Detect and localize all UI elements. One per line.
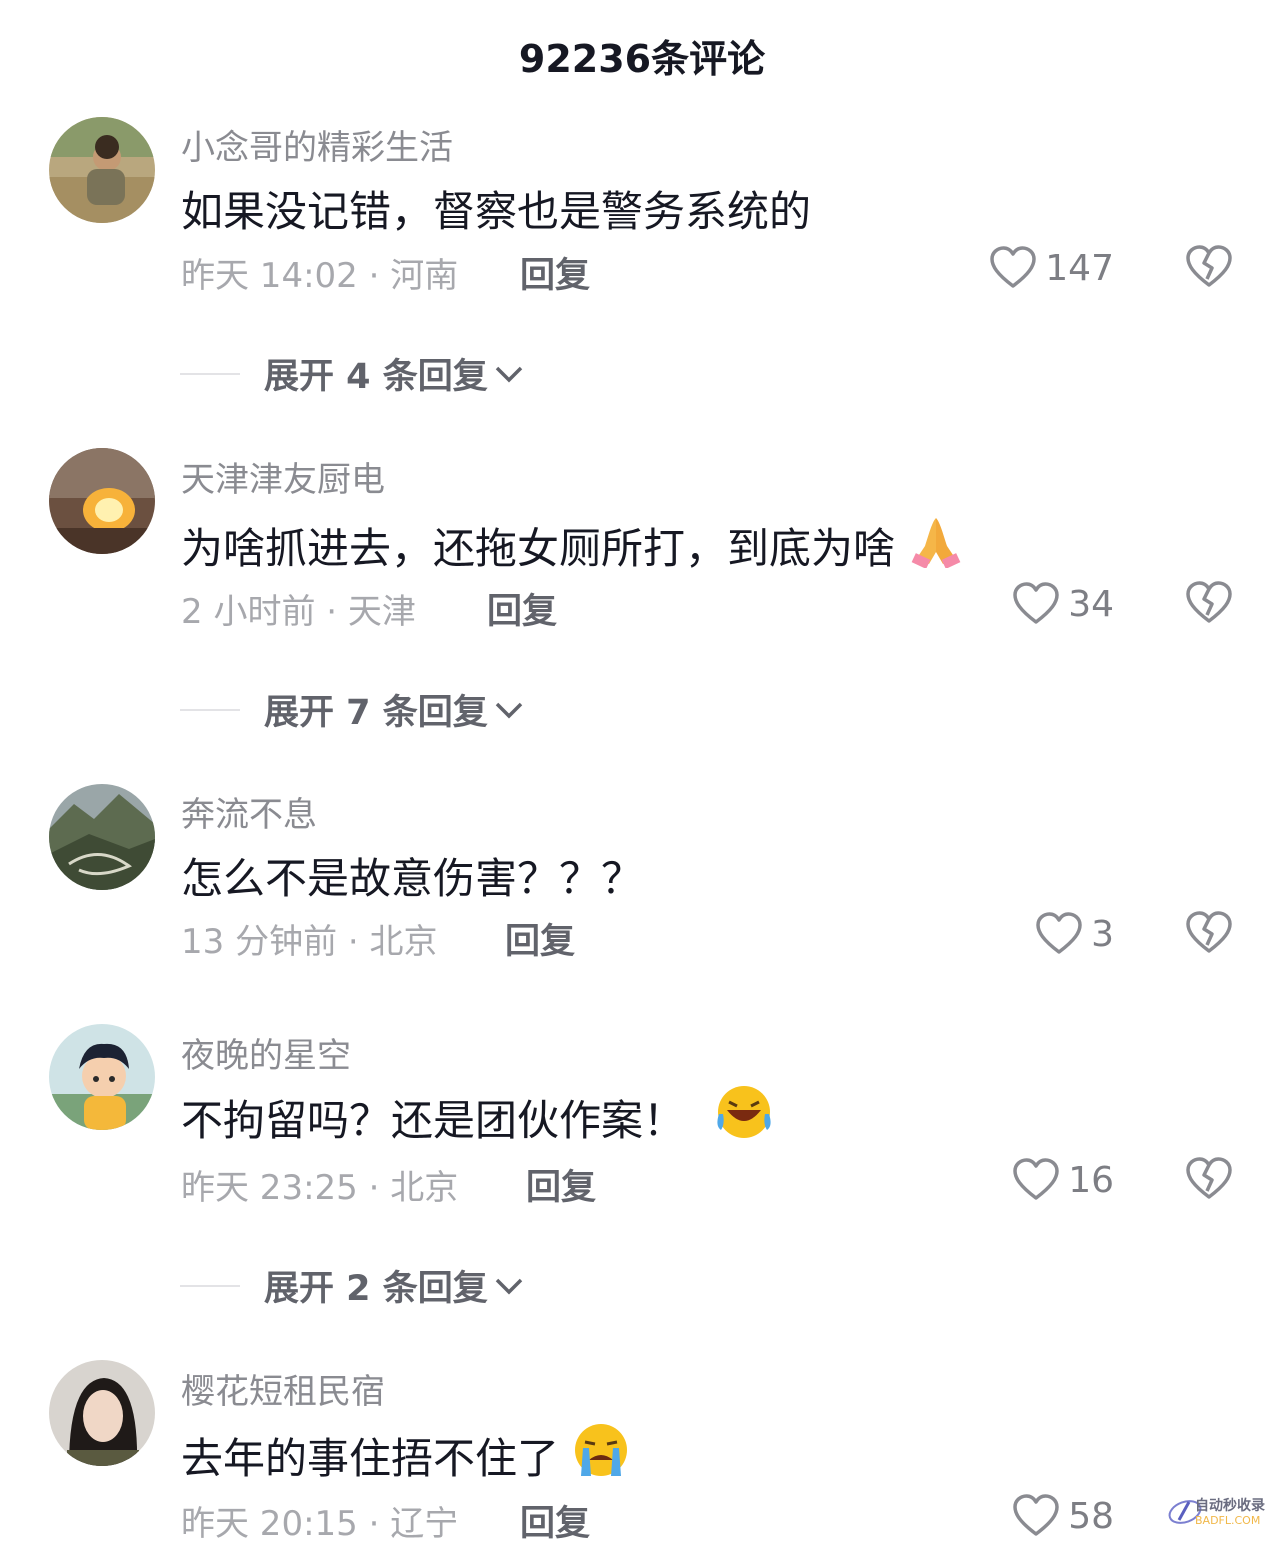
reply-button[interactable]: 回复 xyxy=(487,583,557,634)
heart-icon xyxy=(1013,1494,1059,1536)
reply-button[interactable]: 回复 xyxy=(520,1495,590,1546)
avatar[interactable] xyxy=(49,1360,155,1466)
heart-icon xyxy=(1013,1158,1059,1200)
expand-replies-label: 展开 7 条回复 xyxy=(264,693,488,733)
heart-icon xyxy=(1036,912,1082,954)
dislike-button[interactable] xyxy=(1185,1157,1233,1205)
expand-replies-button[interactable]: 展开 2 条回复 xyxy=(180,1260,524,1311)
heart-icon xyxy=(1013,582,1059,624)
dislike-button[interactable] xyxy=(1185,245,1233,293)
like-count: 16 xyxy=(1068,1159,1114,1201)
dislike-button[interactable] xyxy=(1185,911,1233,959)
comment-username[interactable]: 小念哥的精彩生活 xyxy=(181,120,453,169)
broken-heart-icon xyxy=(1186,1157,1232,1199)
expand-replies-label: 展开 2 条回复 xyxy=(264,1269,488,1309)
reply-button[interactable]: 回复 xyxy=(505,913,575,964)
broken-heart-icon xyxy=(1186,245,1232,287)
comment-time-location: 昨天 23:25 · 北京 xyxy=(181,1168,459,1208)
chevron-down-icon xyxy=(495,702,522,718)
broken-heart-icon xyxy=(1186,911,1232,953)
divider xyxy=(180,708,240,711)
divider xyxy=(180,1284,240,1287)
comment-username[interactable]: 奔流不息 xyxy=(181,787,317,836)
comment-text: 怎么不是故意伤害？？？ xyxy=(181,854,644,903)
divider xyxy=(180,372,240,375)
expand-replies-button[interactable]: 展开 4 条回复 xyxy=(180,348,524,399)
like-count: 58 xyxy=(1068,1495,1114,1537)
heart-icon xyxy=(990,246,1037,288)
crying-emoji xyxy=(571,1422,631,1488)
reply-button[interactable]: 回复 xyxy=(520,247,590,298)
chevron-down-icon xyxy=(495,366,522,382)
like-count: 3 xyxy=(1091,913,1114,955)
comment-text: 为啥抓进去，还拖女厕所打，到底为啥 xyxy=(181,523,896,573)
dislike-button[interactable] xyxy=(1185,581,1233,629)
comment-time-location: 昨天 14:02 · 河南 xyxy=(181,256,459,296)
avatar[interactable] xyxy=(49,784,155,890)
chevron-down-icon xyxy=(495,1278,522,1294)
watermark-domain: BADFL.COM xyxy=(1195,1514,1261,1527)
avatar[interactable] xyxy=(49,117,155,223)
like-count: 34 xyxy=(1068,583,1114,625)
comment-time-location: 13 分钟前 · 北京 xyxy=(181,922,438,962)
like-button[interactable]: 58 xyxy=(1012,1494,1114,1538)
like-button[interactable]: 147 xyxy=(989,246,1114,290)
like-button[interactable]: 3 xyxy=(1035,912,1114,956)
comment-username[interactable]: 天津津友厨电 xyxy=(181,452,385,501)
expand-replies-label: 展开 4 条回复 xyxy=(264,357,488,397)
laughing-crying-emoji xyxy=(713,1084,775,1150)
watermark-text: 自动秒收录 xyxy=(1195,1498,1265,1514)
comments-count-title: 92236条评论 xyxy=(518,37,766,81)
comment-text: 如果没记错，督察也是警务系统的 xyxy=(181,187,812,236)
praying-hands-emoji xyxy=(907,512,965,578)
avatar[interactable] xyxy=(49,448,155,554)
avatar[interactable] xyxy=(49,1024,155,1130)
comment-text: 不拘留吗？还是团伙作案！ xyxy=(181,1095,686,1145)
like-button[interactable]: 16 xyxy=(1012,1158,1114,1202)
like-button[interactable]: 34 xyxy=(1012,582,1114,626)
reply-button[interactable]: 回复 xyxy=(526,1159,596,1210)
comment-username[interactable]: 樱花短租民宿 xyxy=(181,1364,385,1413)
broken-heart-icon xyxy=(1186,581,1232,623)
comment-time-location: 2 小时前 · 天津 xyxy=(181,592,416,632)
comment-username[interactable]: 夜晚的星空 xyxy=(181,1028,351,1077)
comment-time-location: 昨天 20:15 · 辽宁 xyxy=(181,1504,459,1544)
like-count: 147 xyxy=(1045,247,1114,289)
expand-replies-button[interactable]: 展开 7 条回复 xyxy=(180,684,524,735)
comment-text: 去年的事住捂不住了 xyxy=(181,1433,560,1483)
